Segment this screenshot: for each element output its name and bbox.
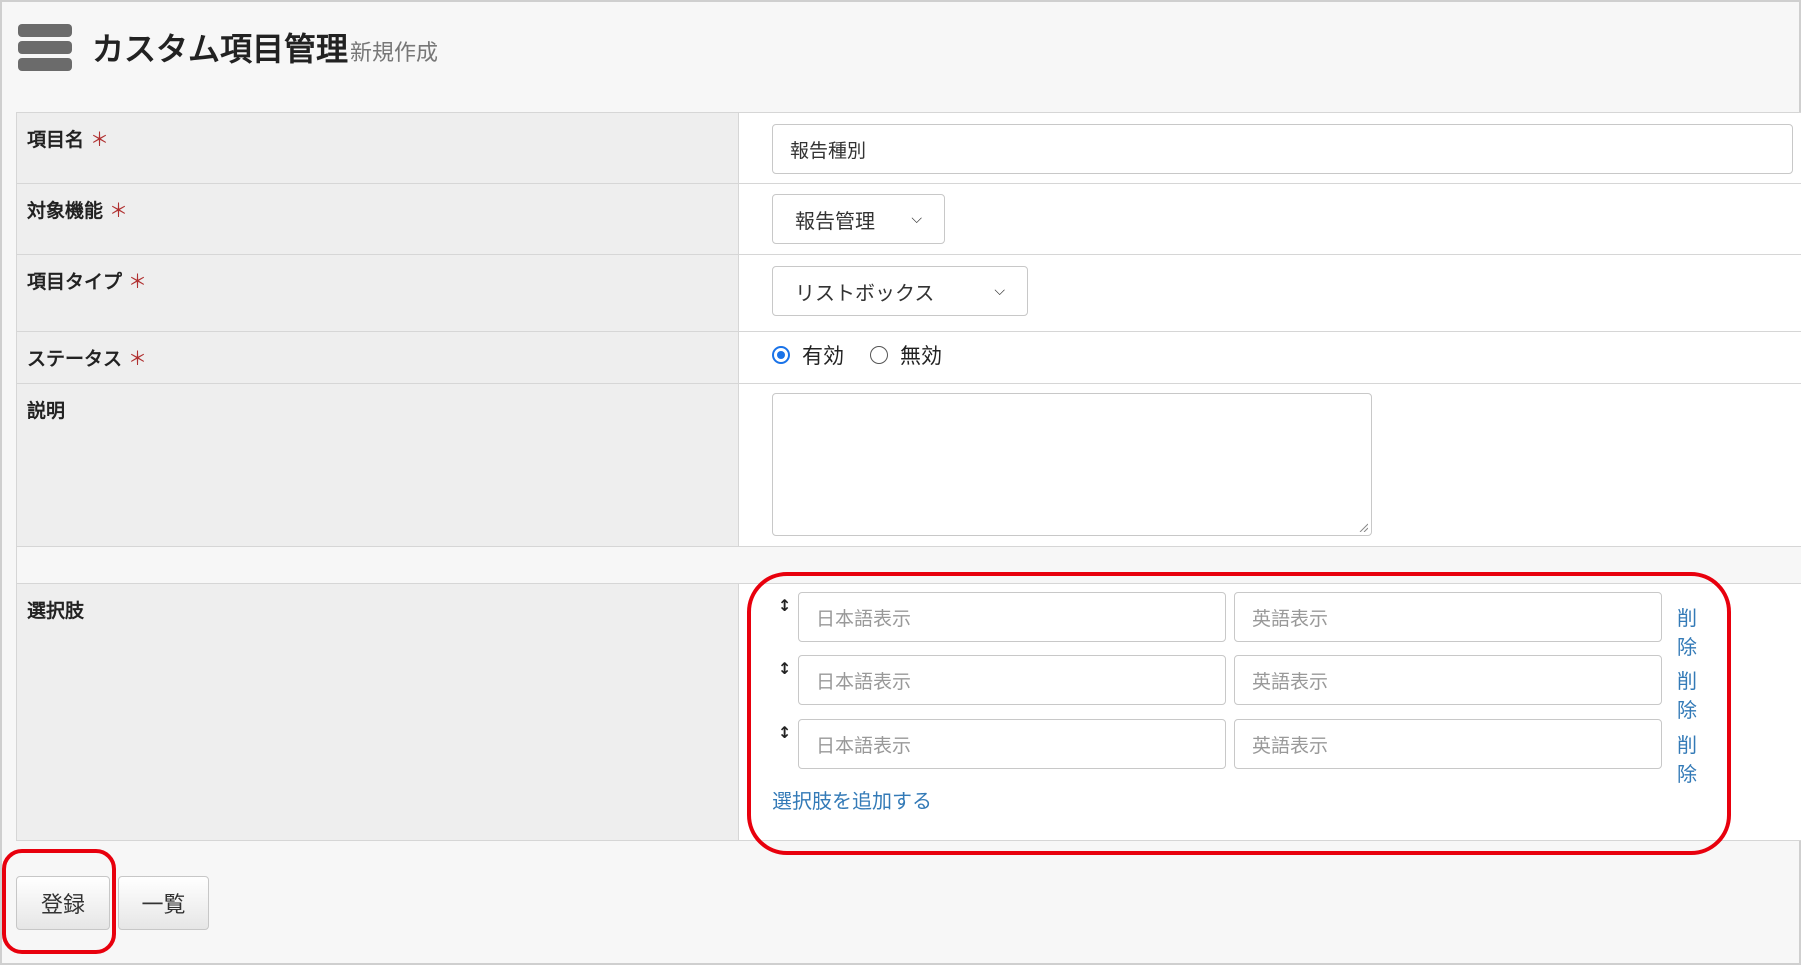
- required-mark: ＊: [90, 129, 110, 151]
- resize-handle-icon[interactable]: [1358, 522, 1368, 532]
- row-description: 説明: [16, 383, 1801, 546]
- delete-choice-link[interactable]: 削除: [1677, 729, 1702, 787]
- status-radio-group: 有効 無効: [772, 340, 968, 370]
- description-textarea[interactable]: [772, 393, 1372, 536]
- item-type-value: リストボックス: [795, 280, 935, 305]
- custom-item-form: 項目名＊ 報告種別 対象機能＊ 報告管理 ⌵ 項目タイプ＊ リストボックス ⌵ …: [16, 112, 1801, 841]
- drag-handle-icon[interactable]: ↕: [778, 596, 791, 615]
- choice-en-input[interactable]: 英語表示: [1234, 592, 1662, 642]
- choice-ja-input[interactable]: 日本語表示: [798, 655, 1226, 705]
- register-button[interactable]: 登録: [16, 876, 110, 930]
- choice-ja-input[interactable]: 日本語表示: [798, 592, 1226, 642]
- drag-handle-icon[interactable]: ↕: [778, 723, 791, 742]
- section-spacer: [16, 546, 1801, 583]
- label-cell: 項目名＊: [16, 113, 739, 183]
- status-option-label: 有効: [802, 344, 844, 368]
- required-mark: ＊: [128, 271, 148, 293]
- chevron-down-icon: ⌵: [911, 211, 922, 227]
- row-target-feature: 対象機能＊ 報告管理 ⌵: [16, 183, 1801, 254]
- label-cell: 対象機能＊: [16, 184, 739, 254]
- row-choices: 選択肢 ↕ 日本語表示 英語表示 削除 ↕ 日本語表示 英語表示 削除 ↕ 日本…: [16, 583, 1801, 841]
- drag-handle-icon[interactable]: ↕: [778, 659, 791, 678]
- choice-row: ↕ 日本語表示 英語表示 削除: [772, 592, 1702, 659]
- choice-en-input[interactable]: 英語表示: [1234, 655, 1662, 705]
- choice-row: ↕ 日本語表示 英語表示 削除: [772, 655, 1702, 722]
- label-cell: ステータス＊: [16, 332, 739, 383]
- database-icon: [18, 24, 72, 72]
- choice-en-input[interactable]: 英語表示: [1234, 719, 1662, 769]
- row-item-type: 項目タイプ＊ リストボックス ⌵: [16, 254, 1801, 331]
- row-status: ステータス＊ 有効 無効: [16, 331, 1801, 383]
- status-option-label: 無効: [900, 344, 942, 368]
- item-name-label: 項目名: [27, 129, 85, 151]
- list-button[interactable]: 一覧: [118, 876, 209, 930]
- status-option-active[interactable]: 有効: [772, 340, 844, 370]
- choices-label: 選択肢: [27, 600, 85, 622]
- target-feature-select[interactable]: 報告管理 ⌵: [772, 194, 945, 244]
- page-frame: カスタム項目管理 新規作成 項目名＊ 報告種別 対象機能＊ 報告管理 ⌵ 項目タ…: [0, 0, 1801, 965]
- delete-choice-link[interactable]: 削除: [1677, 665, 1702, 723]
- required-mark: ＊: [109, 200, 129, 222]
- item-type-select[interactable]: リストボックス ⌵: [772, 266, 1028, 316]
- page-header: カスタム項目管理 新規作成: [2, 2, 1799, 112]
- target-feature-label: 対象機能: [27, 200, 104, 222]
- label-cell: 選択肢: [16, 584, 739, 840]
- target-feature-value: 報告管理: [795, 208, 875, 233]
- choice-row: ↕ 日本語表示 英語表示 削除: [772, 719, 1702, 786]
- page-subtitle: 新規作成: [350, 41, 439, 66]
- item-type-label: 項目タイプ: [27, 271, 123, 293]
- required-mark: ＊: [128, 348, 148, 370]
- choice-ja-input[interactable]: 日本語表示: [798, 719, 1226, 769]
- label-cell: 説明: [16, 384, 739, 546]
- radio-unchecked-icon[interactable]: [870, 346, 888, 364]
- item-name-input[interactable]: 報告種別: [772, 124, 1793, 174]
- status-option-inactive[interactable]: 無効: [870, 340, 942, 370]
- label-cell: 項目タイプ＊: [16, 255, 739, 331]
- delete-choice-link[interactable]: 削除: [1677, 602, 1702, 660]
- row-item-name: 項目名＊ 報告種別: [16, 112, 1801, 183]
- status-label: ステータス: [27, 348, 123, 370]
- add-choice-link[interactable]: 選択肢を追加する: [772, 785, 932, 814]
- page-title: カスタム項目管理: [92, 30, 349, 68]
- description-label: 説明: [27, 400, 66, 422]
- chevron-down-icon: ⌵: [994, 283, 1005, 299]
- radio-checked-icon[interactable]: [772, 346, 790, 364]
